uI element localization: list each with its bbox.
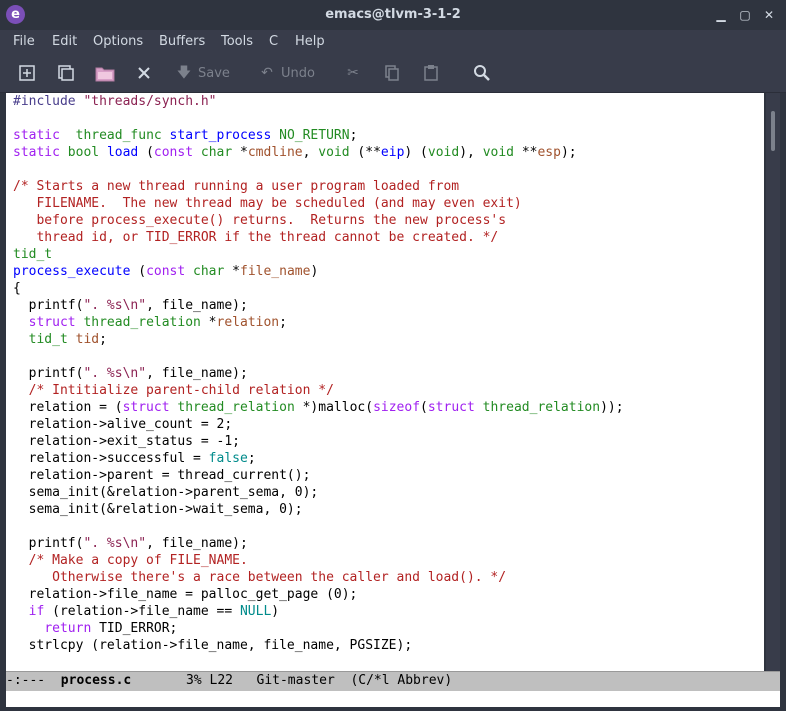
code-line[interactable]: /* Intitialize parent-child relation */ bbox=[13, 382, 624, 399]
code-line[interactable] bbox=[13, 161, 624, 178]
code-line[interactable]: tid_t bbox=[13, 246, 624, 263]
menu-bar: File Edit Options Buffers Tools C Help bbox=[0, 30, 786, 54]
code-text[interactable]: #include "threads/synch.h" static thread… bbox=[13, 93, 624, 654]
undo-label: Undo bbox=[281, 65, 315, 81]
code-line[interactable]: #include "threads/synch.h" bbox=[13, 93, 624, 110]
code-line[interactable]: static bool load (const char *cmdline, v… bbox=[13, 144, 624, 161]
scrollbar-thumb[interactable] bbox=[771, 111, 775, 151]
code-line[interactable]: sema_init(&relation->wait_sema, 0); bbox=[13, 501, 624, 518]
modeline-modes: (C/*l Abbrev) bbox=[350, 673, 453, 688]
code-line[interactable]: tid_t tid; bbox=[13, 331, 624, 348]
vertical-scrollbar[interactable] bbox=[766, 93, 780, 671]
code-line[interactable] bbox=[13, 110, 624, 127]
close-icon bbox=[138, 67, 150, 79]
close-window-icon[interactable]: ✕ bbox=[760, 6, 778, 24]
code-line[interactable]: struct thread_relation *relation; bbox=[13, 314, 624, 331]
save-label: Save bbox=[198, 65, 230, 81]
code-line[interactable]: /* Starts a new thread running a user pr… bbox=[13, 178, 624, 195]
code-line[interactable]: before process_execute() returns. Return… bbox=[13, 212, 624, 229]
code-line[interactable]: relation->alive_count = 2; bbox=[13, 416, 624, 433]
code-line[interactable] bbox=[13, 348, 624, 365]
new-file-button[interactable] bbox=[18, 63, 36, 83]
modeline-buffer-name: process.c bbox=[60, 673, 132, 688]
maximize-icon[interactable]: ▢ bbox=[736, 6, 754, 24]
menu-help[interactable]: Help bbox=[295, 34, 325, 49]
search-icon bbox=[474, 65, 490, 81]
code-line[interactable]: printf(". %s\n", file_name); bbox=[13, 365, 624, 382]
menu-edit[interactable]: Edit bbox=[52, 34, 77, 49]
code-line[interactable]: printf(". %s\n", file_name); bbox=[13, 297, 624, 314]
code-line[interactable]: Otherwise there's a race between the cal… bbox=[13, 569, 624, 586]
code-line[interactable]: thread id, or TID_ERROR if the thread ca… bbox=[13, 229, 624, 246]
code-line[interactable]: relation->parent = thread_current(); bbox=[13, 467, 624, 484]
undo-icon: ↶ bbox=[261, 65, 273, 81]
menu-c[interactable]: C bbox=[269, 34, 278, 49]
paste-icon bbox=[424, 65, 438, 81]
modeline-vc: Git-master bbox=[256, 673, 335, 688]
open-file-button[interactable] bbox=[95, 63, 115, 83]
open-directory-button[interactable] bbox=[57, 63, 75, 83]
menu-buffers[interactable]: Buffers bbox=[159, 34, 205, 49]
open-file-icon bbox=[95, 67, 115, 82]
code-line[interactable]: if (relation->file_name == NULL) bbox=[13, 603, 624, 620]
open-directory-icon bbox=[58, 65, 74, 81]
modeline-status: -:--- bbox=[6, 673, 61, 688]
save-button[interactable]: 🡇 Save bbox=[175, 63, 230, 83]
window-controls: ▁ ▢ ✕ bbox=[712, 6, 778, 24]
undo-button[interactable]: ↶ Undo bbox=[258, 63, 315, 83]
tool-bar: 🡇 Save ↶ Undo ✂ bbox=[0, 54, 786, 93]
search-button[interactable] bbox=[473, 63, 491, 83]
editor-buffer[interactable]: #include "threads/synch.h" static thread… bbox=[6, 93, 764, 671]
menu-file[interactable]: File bbox=[13, 34, 35, 49]
code-line[interactable]: return TID_ERROR; bbox=[13, 620, 624, 637]
code-line[interactable]: sema_init(&relation->parent_sema, 0); bbox=[13, 484, 624, 501]
code-line[interactable]: static thread_func start_process NO_RETU… bbox=[13, 127, 624, 144]
minibuffer[interactable] bbox=[6, 691, 780, 707]
code-line[interactable] bbox=[13, 518, 624, 535]
new-file-icon bbox=[19, 65, 35, 81]
save-icon: 🡇 bbox=[176, 65, 192, 81]
code-line[interactable]: relation->file_name = palloc_get_page (0… bbox=[13, 586, 624, 603]
code-line[interactable]: strlcpy (relation->file_name, file_name,… bbox=[13, 637, 624, 654]
menu-tools[interactable]: Tools bbox=[221, 34, 253, 49]
code-line[interactable]: process_execute (const char *file_name) bbox=[13, 263, 624, 280]
code-line[interactable]: { bbox=[13, 280, 624, 297]
mode-line: -:--- process.c 3% L22 Git-master (C/*l … bbox=[6, 671, 780, 691]
modeline-position: 3% L22 bbox=[186, 673, 234, 688]
cut-button[interactable]: ✂ bbox=[344, 63, 367, 83]
code-line[interactable]: relation->exit_status = -1; bbox=[13, 433, 624, 450]
code-line[interactable]: /* Make a copy of FILE_NAME. bbox=[13, 552, 624, 569]
copy-icon bbox=[385, 65, 399, 81]
window-title: emacs@tlvm-3-1-2 bbox=[325, 7, 461, 22]
copy-button[interactable] bbox=[383, 63, 401, 83]
menu-options[interactable]: Options bbox=[93, 34, 143, 49]
paste-button[interactable] bbox=[422, 63, 440, 83]
close-buffer-button[interactable] bbox=[136, 63, 152, 83]
code-line[interactable]: relation->successful = false; bbox=[13, 450, 624, 467]
minimize-icon[interactable]: ▁ bbox=[712, 6, 730, 24]
cut-icon: ✂ bbox=[347, 65, 359, 81]
code-line[interactable]: relation = (struct thread_relation *)mal… bbox=[13, 399, 624, 416]
code-line[interactable]: FILENAME. The new thread may be schedule… bbox=[13, 195, 624, 212]
code-line[interactable]: printf(". %s\n", file_name); bbox=[13, 535, 624, 552]
title-bar: e emacs@tlvm-3-1-2 ▁ ▢ ✕ bbox=[0, 0, 786, 30]
